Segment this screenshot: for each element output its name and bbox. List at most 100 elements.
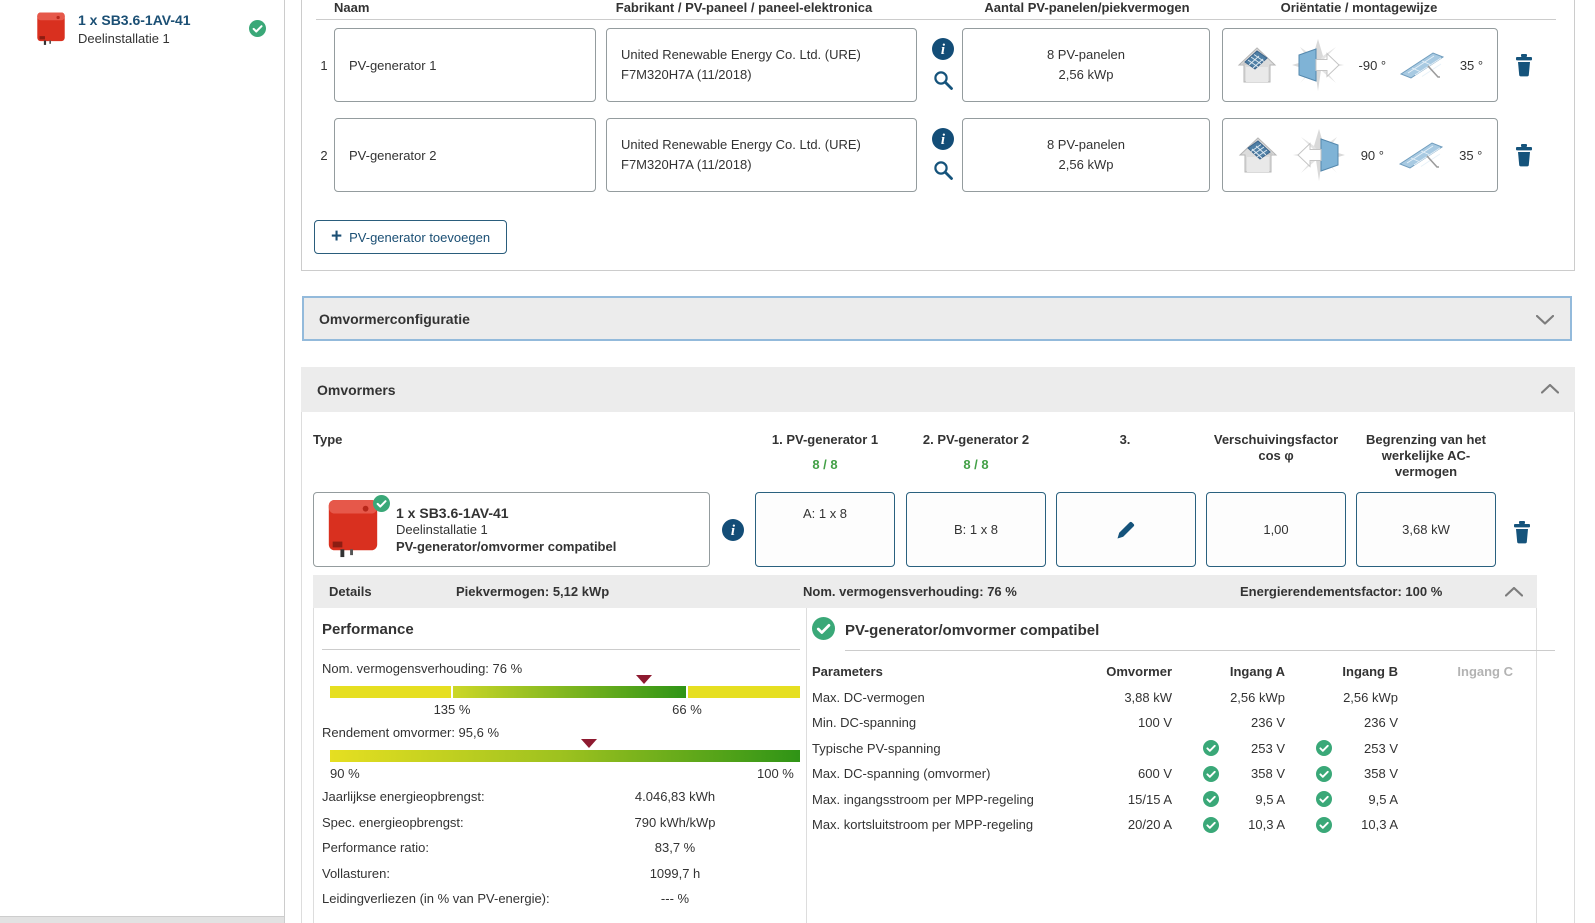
panel-count: 8 PV-panelen <box>1046 137 1126 152</box>
orientation-box[interactable]: -90 ° 35 ° <box>1222 28 1498 102</box>
stat-row: Jaarlijkse energieopbrengst: 4.046,83 kWh <box>322 789 716 804</box>
compatibility-table: Parameters Omvormer Ingang A Ingang B In… <box>812 659 1538 838</box>
header-divider <box>316 19 1556 20</box>
performance-stats: Jaarlijkse energieopbrengst: 4.046,83 kWh… <box>322 789 800 917</box>
sidebar-item-inverter[interactable]: 1 x SB3.6-1AV-41 Deelinstallatie 1 <box>36 12 191 46</box>
gauge2-bar <box>330 750 800 762</box>
stat-row: Vollasturen: 1099,7 h <box>322 865 701 881</box>
search-icon[interactable] <box>933 160 953 180</box>
peak-power-summary: Piekvermogen: 5,12 kWp <box>456 584 610 599</box>
input-a-box[interactable]: A: 1 x 8 <box>755 492 895 567</box>
column-header-fabrikant: Fabrikant / PV-paneel / paneel-elektroni… <box>615 0 873 15</box>
panel-count-box[interactable]: 8 PV-panelen 2,56 kWp <box>962 118 1210 192</box>
delete-icon[interactable] <box>1514 144 1534 167</box>
inverter-subtitle: Deelinstallatie 1 <box>396 521 488 537</box>
cos-phi-box[interactable]: 1,00 <box>1206 492 1346 567</box>
column-header-naam: Naam <box>334 0 370 15</box>
manufacturer-line: United Renewable Energy Co. Ltd. (URE) <box>621 137 861 152</box>
check-icon <box>812 617 835 640</box>
check-icon <box>1316 740 1332 757</box>
pv-generator-row: 2 United Renewable Energy Co. Ltd. (URE)… <box>302 118 1574 193</box>
azimuth-compass-icon <box>1292 128 1346 182</box>
check-icon <box>1203 765 1219 782</box>
panel-selector[interactable]: United Renewable Energy Co. Ltd. (URE) F… <box>606 28 917 102</box>
chevron-up-icon[interactable] <box>1505 587 1523 597</box>
gauge2-tick-right: 100 % <box>757 766 794 781</box>
inverter-image <box>326 494 390 561</box>
check-icon <box>249 20 266 37</box>
gauge2-label: Rendement omvormer: 95,6 % <box>322 725 500 740</box>
sidebar-inverter-subtitle: Deelinstallatie 1 <box>78 31 170 46</box>
gen1-assignment: 8 / 8 <box>812 457 838 472</box>
gen2-assignment: 8 / 8 <box>963 457 989 472</box>
ac-limit-box[interactable]: 3,68 kW <box>1356 492 1496 567</box>
panel-count-box[interactable]: 8 PV-panelen 2,56 kWp <box>962 28 1210 102</box>
pv-generator-panel: Naam Fabrikant / PV-paneel / paneel-elek… <box>301 0 1575 271</box>
info-icon[interactable] <box>932 38 954 60</box>
gauge1-label: Nom. vermogensverhouding: 76 % <box>322 661 523 676</box>
add-generator-button[interactable]: + PV-generator toevoegen <box>314 220 508 254</box>
panel-selector[interactable]: United Renewable Energy Co. Ltd. (URE) F… <box>606 118 917 192</box>
row-number: 1 <box>320 58 328 73</box>
input-b-box[interactable]: B: 1 x 8 <box>906 492 1046 567</box>
details-label: Details <box>329 584 372 599</box>
delete-icon[interactable] <box>1514 54 1534 77</box>
house-icon <box>1238 136 1278 174</box>
sidebar-inverter-title: 1 x SB3.6-1AV-41 <box>78 12 191 28</box>
chevron-down-icon[interactable] <box>1536 315 1554 325</box>
inverter-type-box[interactable]: 1 x SB3.6-1AV-41 Deelinstallatie 1 PV-ge… <box>313 492 710 567</box>
details-bar[interactable]: Details Piekvermogen: 5,12 kWp Nom. verm… <box>313 575 1537 608</box>
column-header-type: Type <box>313 432 343 447</box>
house-icon <box>1237 46 1277 84</box>
column-header-aantal: Aantal PV-panelen/piekvermogen <box>984 0 1190 15</box>
pv-generator-row: 1 United Renewable Energy Co. Ltd. (URE)… <box>302 28 1574 103</box>
divider <box>845 650 1555 651</box>
inverter-status: PV-generator/omvormer compatibel <box>396 538 617 554</box>
input-a-value: A: 1 x 8 <box>802 506 848 521</box>
gauge1-bar <box>330 686 800 698</box>
column-divider <box>806 608 807 923</box>
section-inverter-configuration[interactable]: Omvormerconfiguratie <box>302 296 1572 341</box>
table-header-row: Parameters Omvormer Ingang A Ingang B In… <box>812 664 1513 680</box>
peak-power: 2,56 kWp <box>1058 67 1114 82</box>
sidebar-bottom-strip <box>0 916 284 923</box>
pencil-icon <box>1115 519 1137 541</box>
table-row: Min. DC-spanning 100 V 236 V 236 V <box>812 715 1398 731</box>
chevron-up-icon[interactable] <box>1541 384 1559 394</box>
performance-title: Performance <box>322 621 414 638</box>
table-row: Max. ingangsstroom per MPP-regeling 15/15… <box>812 791 1398 808</box>
check-icon <box>1316 791 1332 808</box>
divider <box>322 649 800 650</box>
check-icon <box>1316 816 1332 833</box>
column-header-gen1: 1. PV-generator 18 / 8 <box>745 432 905 473</box>
generator-name-input[interactable] <box>334 28 596 102</box>
check-icon <box>1203 791 1219 808</box>
panel-count: 8 PV-panelen <box>1046 47 1126 62</box>
section-inverters[interactable]: Omvormers <box>301 367 1575 412</box>
search-icon[interactable] <box>933 70 953 90</box>
info-icon[interactable] <box>722 519 744 541</box>
azimuth-value: 90 ° <box>1360 147 1384 163</box>
azimuth-compass-icon <box>1291 38 1345 92</box>
inverter-title: 1 x SB3.6-1AV-41 <box>396 504 509 521</box>
table-row: Max. kortsluitstroom per MPP-regeling 20/… <box>812 816 1398 833</box>
table-row: Typische PV-spanning 253 V 253 V <box>812 740 1398 757</box>
column-header-orientatie: Oriëntatie / montagewijze <box>1280 0 1438 15</box>
check-icon <box>1316 765 1332 782</box>
info-icon[interactable] <box>932 128 954 150</box>
gauge1-marker <box>635 675 652 684</box>
azimuth-value: -90 ° <box>1358 57 1387 73</box>
delete-icon[interactable] <box>1512 521 1532 544</box>
orientation-box[interactable]: 90 ° 35 ° <box>1222 118 1498 192</box>
section-title: Omvormers <box>317 381 396 398</box>
check-icon <box>1203 740 1219 757</box>
ac-limit-value: 3,68 kW <box>1402 522 1450 537</box>
section-title: Omvormerconfiguratie <box>319 310 470 327</box>
generator-name-input[interactable] <box>334 118 596 192</box>
compatibility-title: PV-generator/omvormer compatibel <box>845 622 1100 639</box>
power-ratio-summary: Nom. vermogensverhouding: 76 % <box>803 584 1017 599</box>
column-header-ac-limit: Begrenzing van het werkelijke AC-vermogen <box>1366 432 1486 479</box>
input-c-edit-box[interactable] <box>1056 492 1196 567</box>
plus-icon: + <box>331 225 343 247</box>
column-header-3: 3. <box>1119 432 1131 447</box>
